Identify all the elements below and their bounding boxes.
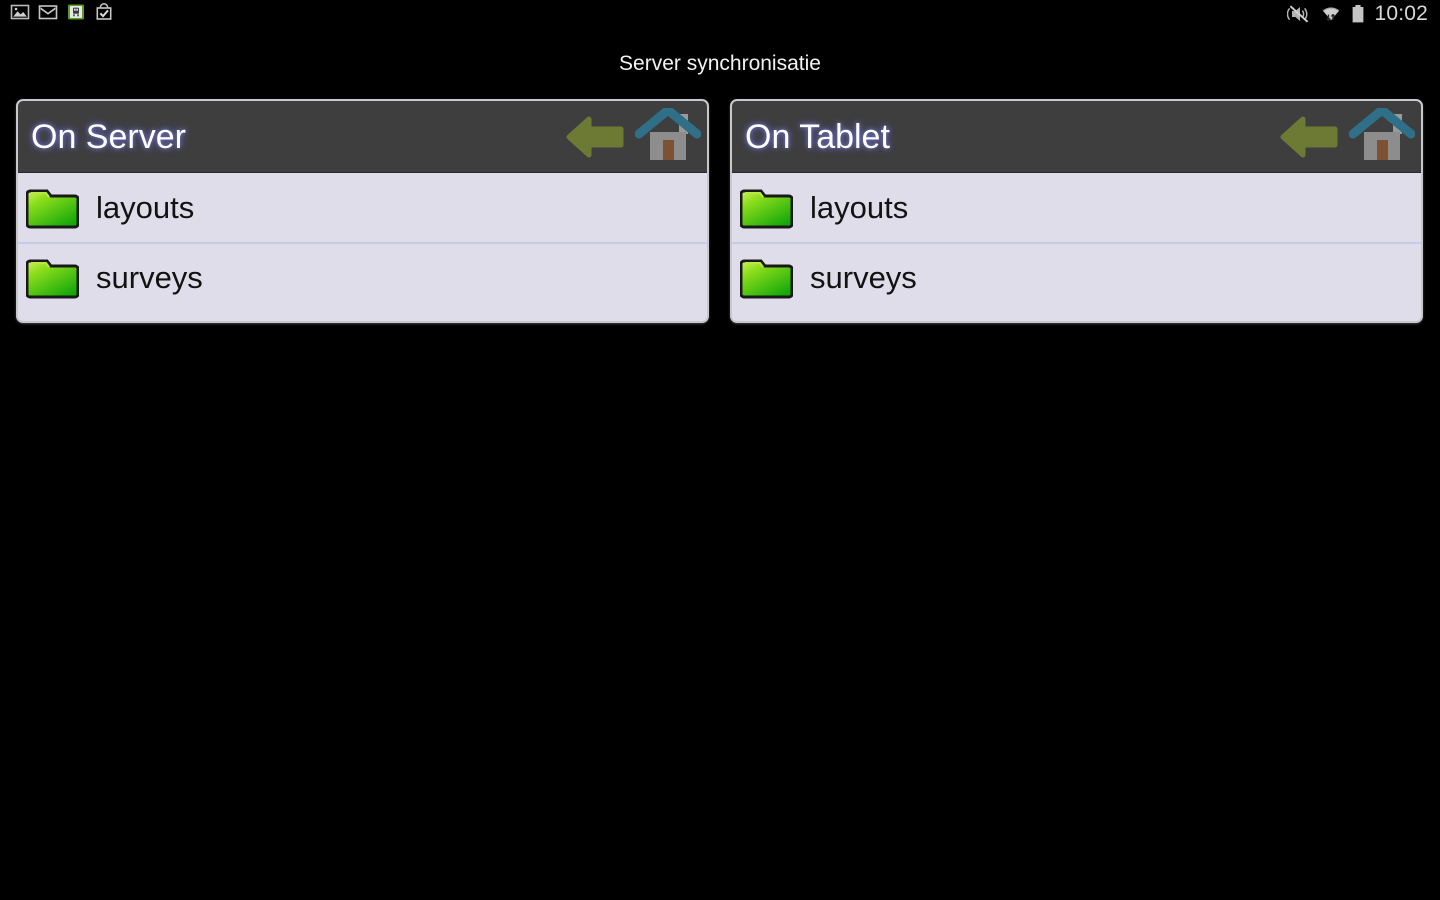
list-item[interactable]: surveys	[18, 242, 707, 311]
list-item[interactable]: surveys	[732, 242, 1421, 311]
gmail-icon	[38, 5, 58, 20]
panel-tablet-title: On Tablet	[745, 117, 890, 156]
home-button-tablet[interactable]	[1349, 106, 1415, 168]
play-store-bag-check-icon	[96, 3, 112, 20]
back-button-tablet[interactable]	[1277, 106, 1343, 168]
home-icon	[635, 107, 701, 160]
wifi-transfer-icon	[1323, 7, 1340, 21]
status-bar: 10:02	[0, 0, 1440, 28]
volume-muted-icon	[1287, 5, 1309, 23]
panel-tablet-actions	[1277, 101, 1415, 172]
home-button-server[interactable]	[635, 106, 701, 168]
status-bar-system-icons: 10:02	[1287, 0, 1428, 28]
list-item[interactable]: layouts	[732, 173, 1421, 242]
folder-icon	[26, 189, 79, 229]
home-icon	[1349, 107, 1415, 160]
panel-server-header: On Server	[18, 101, 707, 173]
list-item-label: surveys	[96, 259, 203, 295]
panel-tablet: On Tablet layouts surveys	[730, 99, 1423, 323]
list-item-label: layouts	[96, 189, 195, 225]
list-item-label: layouts	[810, 189, 909, 225]
sync-panels-container: On Server layouts surveys On Tablet layo…	[16, 99, 1424, 323]
folder-icon	[740, 189, 793, 229]
status-bar-clock: 10:02	[1374, 2, 1428, 25]
battery-full-icon	[1353, 5, 1364, 23]
status-bar-notification-icons	[10, 2, 114, 22]
back-arrow-icon	[566, 116, 624, 157]
transit-app-icon	[68, 4, 84, 20]
folder-icon	[26, 259, 79, 299]
folder-icon	[740, 259, 793, 299]
page-title: Server synchronisatie	[619, 52, 821, 75]
gallery-image-icon	[10, 4, 30, 20]
panel-tablet-header: On Tablet	[732, 101, 1421, 173]
back-button-server[interactable]	[563, 106, 629, 168]
panel-server-title: On Server	[31, 117, 186, 156]
panel-server-actions	[563, 101, 701, 172]
list-item[interactable]: layouts	[18, 173, 707, 242]
panel-tablet-list: layouts surveys	[732, 173, 1421, 321]
panel-server-list: layouts surveys	[18, 173, 707, 321]
back-arrow-icon	[1280, 116, 1338, 157]
list-item-label: surveys	[810, 259, 917, 295]
panel-server: On Server layouts surveys	[16, 99, 709, 323]
